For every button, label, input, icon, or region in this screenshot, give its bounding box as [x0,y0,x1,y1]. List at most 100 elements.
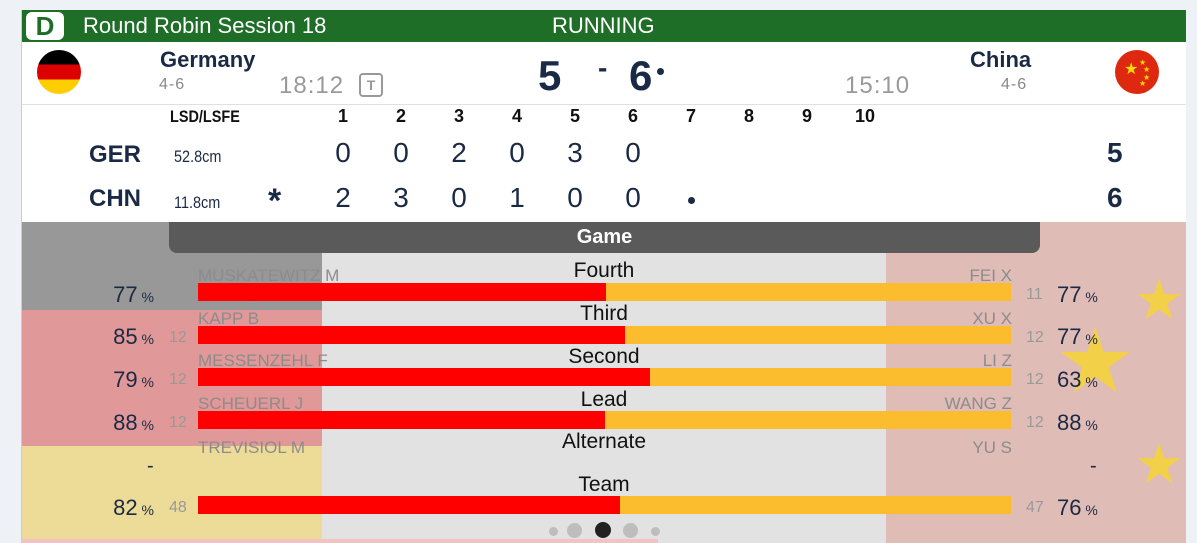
end-score-ger-4: 0 [509,137,525,168]
star-icon: ★ [1134,268,1185,331]
end-score-ger-3: 2 [451,137,467,168]
end-score-ger-1: 0 [335,137,351,168]
end-score-chn-5: 0 [567,182,583,213]
end-score-chn-2: 3 [393,182,409,213]
lsd-value-ger: 52.8cm [174,147,222,166]
comparison-bar [198,368,1011,386]
end-score-ger-2: 0 [393,137,409,168]
bar-left-fill [198,411,605,429]
position-label: Alternate [561,430,647,453]
header-bar: D Round Robin Session 18 RUNNING [22,10,1186,42]
bar-left-fill [198,496,620,514]
shot-count-right: 12 [1026,329,1044,346]
shot-count-left: 12 [169,286,187,303]
end-score-ger-5: 3 [567,137,583,168]
page-dot[interactable] [623,523,638,538]
scoreboard-card: D Round Robin Session 18 RUNNING Germany… [21,10,1186,543]
score-left: 5 [538,52,562,99]
percentage-right: - [1090,455,1097,477]
percentage-left: 82 % [113,495,154,520]
shot-count-left: 12 [169,329,187,346]
end-score-chn-1: 2 [335,182,351,213]
percentage-right: 77 % [1057,282,1098,307]
end-header-9: 9 [801,106,812,126]
shot-count-right: 47 [1026,499,1044,516]
end-header-3: 3 [453,106,464,126]
end-header-10: 10 [854,106,876,126]
linescore-team-ger: GER [89,141,142,168]
hammer-indicator-icon [657,68,664,75]
china-flag-icon: ★ ★ ★ ★ ★ [1115,50,1159,94]
position-label: Lead [580,388,628,411]
timeout-icon: T [359,73,383,97]
game-tab[interactable]: Game [169,222,1040,253]
shot-count-left: 12 [169,371,187,388]
percentage-left: 85 % [113,324,154,349]
thinking-time-right: 15:10 [845,72,911,99]
star-icon: ★ [1134,432,1185,495]
score-separator: - [598,52,608,83]
comparison-bar [198,411,1011,429]
shot-count-right: 12 [1026,371,1044,388]
bar-left-fill [198,326,625,344]
end-score-chn-4: 1 [509,182,525,213]
linescore-team-chn: CHN [89,185,141,212]
percentage-right: 88 % [1057,410,1098,435]
germany-flag-icon [37,50,81,94]
bar-left-fill [198,283,607,301]
comparison-bar [198,496,1011,514]
total-chn: 6 [1107,182,1123,213]
end-header-1: 1 [337,106,348,126]
bar-left-fill [198,368,651,386]
team-record-left: 4-6 [159,76,186,93]
header-divider [22,104,1186,105]
end-header-2: 2 [395,106,406,126]
percentage-right: 63 % [1057,367,1098,392]
percentage-right: 77 % [1057,324,1098,349]
thinking-time-left: 18:12 [279,72,345,99]
percentage-left: - [147,455,154,477]
next-card-edge [22,539,658,543]
end-header-4: 4 [511,106,522,126]
comparison-bar [198,283,1011,301]
team-record-right: 4-6 [1001,76,1028,93]
end-score-chn-6: 0 [625,182,641,213]
player-name-right: YU S [972,438,1012,457]
end-score-ger-6: 0 [625,137,641,168]
player-stats-panel: ★ ★ ★ Game MUSKATEWITZ M FEI X Fourth 77… [22,222,1186,543]
shot-count-right: 12 [1026,414,1044,431]
page-dot[interactable] [567,523,582,538]
percentage-left: 77 % [113,282,154,307]
position-label: Second [568,345,640,368]
end-score-chn-3: 0 [451,182,467,213]
comparison-bar [198,326,1011,344]
team-name-left: Germany [160,47,256,72]
end-header-8: 8 [743,106,754,126]
end-header-6: 6 [627,106,638,126]
shot-count-left: 48 [169,499,187,516]
current-end-hammer-icon [688,197,695,204]
shot-count-right: 11 [1026,286,1043,303]
position-label: Fourth [573,259,635,282]
lsd-header: LSD/LSFE [170,107,240,126]
lsd-value-chn: 11.8cm [174,193,221,212]
percentage-left: 79 % [113,367,154,392]
team-name-right: China [970,47,1032,72]
page-dot[interactable] [651,527,660,536]
first-hammer-icon: * [268,182,282,220]
percentage-left: 88 % [113,410,154,435]
position-label: Third [580,302,628,325]
player-name-left: TREVISIOL M [198,438,306,457]
percentage-right: 76 % [1057,495,1098,520]
total-ger: 5 [1107,137,1123,168]
end-header-7: 7 [685,106,696,126]
game-status: RUNNING [552,13,655,38]
position-label: Team [578,473,630,496]
session-title: Round Robin Session 18 [83,13,327,38]
page-dot-active[interactable] [595,522,611,538]
end-header-5: 5 [569,106,580,126]
draw-badge: D [26,12,64,40]
score-right: 6 [629,52,653,99]
shot-count-left: 12 [169,414,187,431]
page-dot[interactable] [549,527,558,536]
